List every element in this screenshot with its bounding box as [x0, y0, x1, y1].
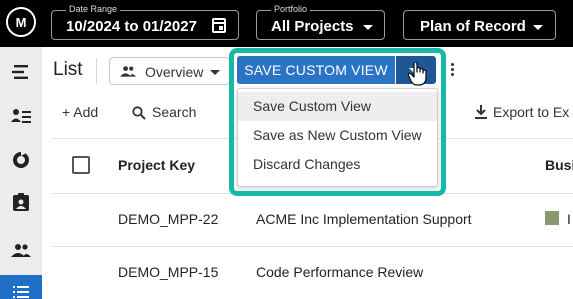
portfolio-select[interactable]: Portfolio All Projects: [256, 4, 385, 40]
hand-cursor-icon: [408, 62, 427, 86]
date-range-field[interactable]: Date Range 10/2024 to 01/2027: [51, 4, 239, 40]
project-key-cell[interactable]: DEMO_MPP-15: [118, 264, 218, 280]
view-select[interactable]: Overview: [109, 57, 230, 85]
donut-chart-icon: [13, 151, 29, 168]
export-button[interactable]: Export to Ex: [493, 104, 569, 120]
project-name-cell[interactable]: Code Performance Review: [256, 264, 423, 280]
date-range-value: 10/2024 to 01/2027: [66, 18, 197, 35]
app-logo[interactable]: M: [6, 7, 36, 37]
search-button[interactable]: Search: [152, 104, 196, 120]
business-cell: I: [567, 211, 571, 227]
status-swatch: [545, 211, 559, 225]
nav-list[interactable]: [0, 275, 42, 299]
people-list-icon: [11, 109, 31, 123]
plan-select[interactable]: Plan of Record: [403, 10, 556, 40]
divider: [96, 58, 97, 84]
divider: [52, 246, 573, 247]
chevron-down-icon: [210, 70, 220, 75]
add-button[interactable]: + Add: [62, 104, 98, 120]
download-icon: [475, 105, 487, 119]
column-header-project-key[interactable]: Project Key: [118, 157, 195, 173]
select-all-checkbox[interactable]: [72, 156, 90, 174]
nav-people-list[interactable]: [0, 99, 42, 133]
project-name-cell[interactable]: ACME Inc Implementation Support: [256, 211, 472, 227]
search-icon: [132, 106, 146, 120]
chevron-down-icon: [533, 25, 543, 30]
top-bar: M Date Range 10/2024 to 01/2027 Portfoli…: [0, 0, 573, 47]
nav-analytics[interactable]: [0, 143, 42, 177]
project-key-cell[interactable]: DEMO_MPP-22: [118, 211, 218, 227]
portfolio-value: All Projects: [271, 18, 354, 35]
view-select-value: Overview: [145, 64, 204, 80]
calendar-icon[interactable]: [212, 18, 226, 33]
date-range-label: Date Range: [66, 4, 121, 15]
portfolio-label: Portfolio: [271, 4, 311, 15]
column-header-business[interactable]: Busi: [545, 157, 573, 173]
page-title: List: [53, 59, 83, 80]
group-icon: [11, 244, 31, 257]
plan-value: Plan of Record: [420, 18, 526, 35]
menu-toggle[interactable]: [0, 55, 42, 89]
more-options-icon[interactable]: [451, 63, 455, 79]
list-icon: [13, 286, 29, 298]
nav-assignments[interactable]: [0, 185, 42, 219]
nav-resources[interactable]: [0, 233, 42, 267]
group-icon: [120, 66, 136, 77]
chevron-down-icon: [363, 25, 373, 30]
left-nav-rail: [0, 47, 42, 299]
clipboard-person-icon: [13, 193, 29, 211]
hamburger-icon: [12, 65, 28, 79]
